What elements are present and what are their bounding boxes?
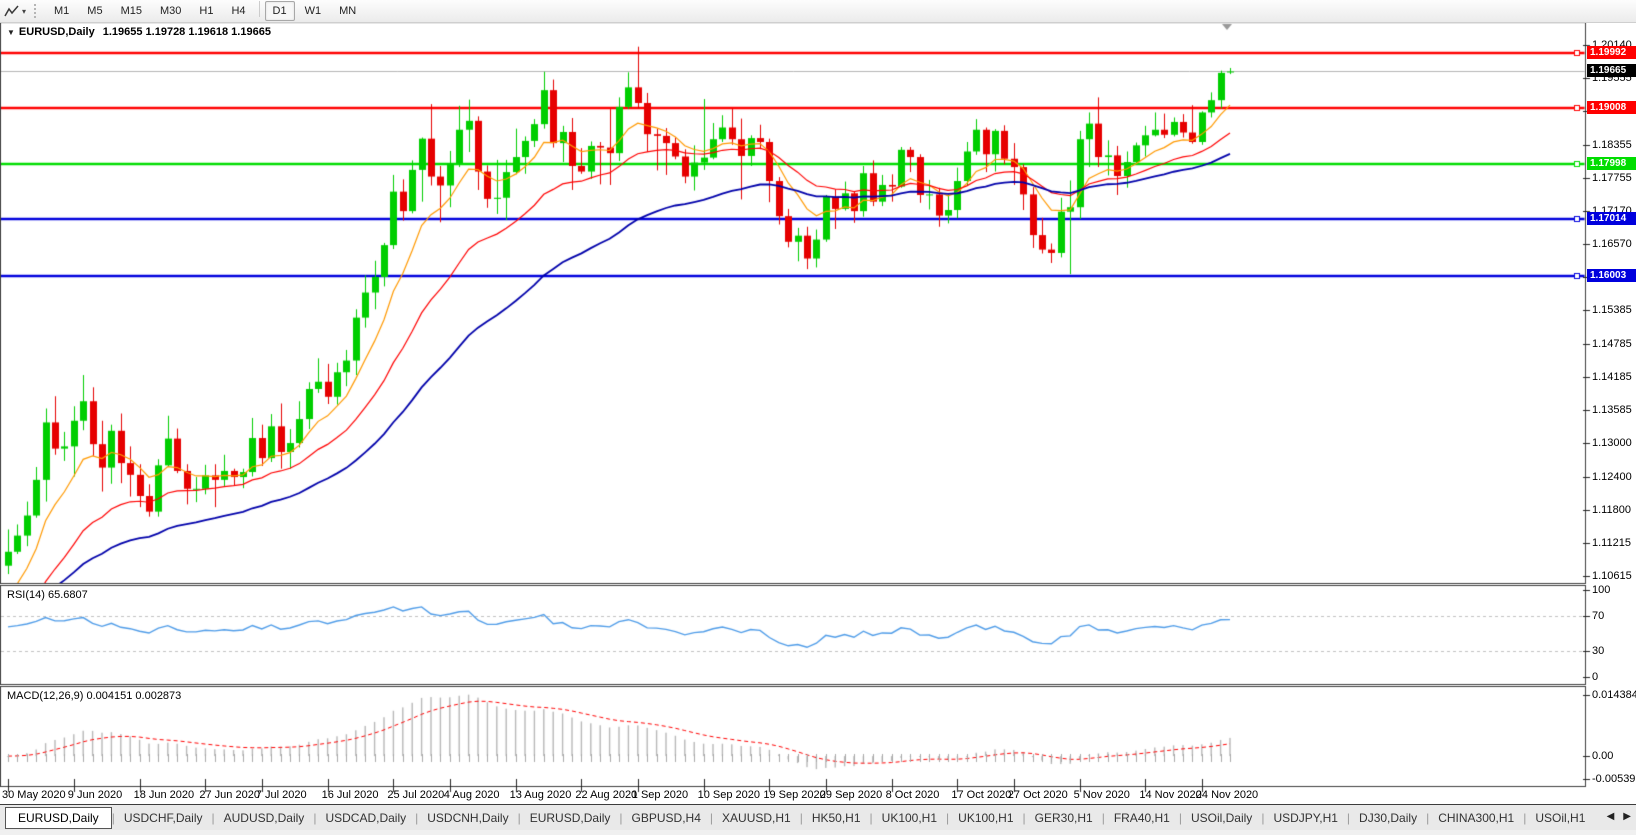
- symbol-tab-bar: EURUSD,Daily | USDCHF,Daily | AUDUSD,Daily | U…: [0, 804, 1636, 831]
- hline-price-label[interactable]: 1.19008: [1587, 101, 1636, 115]
- hline-price-label[interactable]: 1.17014: [1587, 212, 1636, 226]
- chart-type-dropdown[interactable]: ▾: [0, 1, 30, 21]
- macd-indicator-label: MACD(12,26,9) 0.004151 0.002873: [7, 690, 182, 702]
- date-axis-label: 9 Jun 2020: [67, 789, 123, 801]
- symbol-tab[interactable]: USOil,Daily: [1182, 808, 1261, 828]
- date-axis-label: 22 Aug 2020: [575, 789, 638, 801]
- timeframe-button-h4[interactable]: H4: [223, 1, 253, 21]
- symbol-tab[interactable]: EURUSD,Daily: [5, 807, 112, 829]
- symbol-tab[interactable]: HK50,H1: [803, 808, 870, 828]
- window-bottom-strip: [0, 830, 1636, 835]
- timeframe-toolbar: M1 M5 M15 M30 H1 H4 D1 W1 MN: [45, 1, 365, 21]
- price-axis-tick: 1.12400: [1592, 470, 1632, 483]
- hline-price-label[interactable]: 1.16003: [1587, 268, 1636, 282]
- price-axis-tick: 1.10615: [1592, 570, 1632, 583]
- line-chart-icon: [4, 5, 19, 17]
- timeframe-button-m1[interactable]: M1: [46, 1, 77, 21]
- price-axis-tick: 1.11215: [1592, 536, 1631, 549]
- date-axis-label: 1 Sep 2020: [631, 789, 689, 801]
- symbol-tab[interactable]: GBPUSD,H4: [623, 808, 710, 828]
- price-axis-tick: 1.17755: [1592, 171, 1632, 184]
- symbol-tab[interactable]: FRA40,H1: [1105, 808, 1179, 828]
- timeframe-button-m30[interactable]: M30: [152, 1, 189, 21]
- date-axis-label: 17 Oct 2020: [951, 789, 1012, 801]
- date-axis-label: 30 May 2020: [2, 789, 66, 801]
- timeframe-button-mn[interactable]: MN: [331, 1, 364, 21]
- date-axis-label: 25 Jul 2020: [387, 789, 445, 801]
- price-axis-tick: 1.14785: [1592, 337, 1632, 350]
- date-axis-label: 27 Oct 2020: [1007, 789, 1068, 801]
- date-axis-label: 10 Sep 2020: [697, 789, 760, 801]
- rsi-axis-tick: 30: [1592, 644, 1605, 657]
- chart-ohlc-quotes: 1.19655 1.19728 1.19618 1.19665: [102, 26, 271, 38]
- symbol-tab[interactable]: AUDUSD,Daily: [215, 808, 314, 828]
- date-axis-label: 16 Jul 2020: [321, 789, 379, 801]
- date-axis-label: 14 Nov 2020: [1139, 789, 1202, 801]
- macd-axis-tick: 0.014384: [1592, 689, 1636, 701]
- price-axis-tick: 1.14185: [1592, 370, 1632, 383]
- bid-price-label: 1.19665: [1587, 64, 1636, 78]
- symbol-tab[interactable]: EURUSD,Daily: [521, 808, 620, 828]
- rsi-axis-tick: 100: [1592, 584, 1611, 596]
- tab-scroll-right-icon[interactable]: ▶: [1623, 811, 1631, 822]
- chevron-down-icon: ▾: [22, 6, 27, 16]
- price-chart-canvas[interactable]: [0, 0, 1636, 804]
- symbol-tab[interactable]: DJ30,Daily: [1350, 808, 1426, 828]
- date-axis-label: 4 Aug 2020: [443, 789, 500, 801]
- toolbar: ▾ M1 M5 M15 M30 H1 H4 D1 W1 MN: [0, 0, 1636, 23]
- macd-axis-tick: -0.00539: [1592, 773, 1636, 785]
- rsi-axis-tick: 0: [1592, 671, 1599, 683]
- rsi-axis-tick: 70: [1592, 610, 1605, 623]
- price-axis-tick: 1.15385: [1592, 304, 1632, 317]
- rsi-indicator-label: RSI(14) 65.6807: [7, 589, 88, 601]
- price-axis-tick: 1.18355: [1592, 138, 1632, 151]
- price-axis-tick: 1.16570: [1592, 238, 1632, 251]
- symbol-tab[interactable]: UK100,H1: [873, 808, 946, 828]
- symbol-tab[interactable]: USDJPY,H1: [1264, 808, 1346, 828]
- price-axis-tick: 1.13585: [1592, 404, 1632, 417]
- chart-symbol-label: EURUSD,Daily: [18, 26, 95, 38]
- symbol-tab[interactable]: GER30,H1: [1026, 808, 1102, 828]
- timeframe-button-h1[interactable]: H1: [191, 1, 221, 21]
- date-axis-label: 7 Jul 2020: [255, 789, 307, 801]
- toolbar-grip: [34, 4, 39, 18]
- date-axis-label: 27 Jun 2020: [199, 789, 260, 801]
- price-axis-tick: 1.11800: [1592, 503, 1631, 516]
- chart-title: ▼ EURUSD,Daily 1.19655 1.19728 1.19618 1.1…: [7, 26, 271, 38]
- price-axis-tick: 1.13000: [1592, 437, 1632, 450]
- date-axis-label: 18 Jun 2020: [133, 789, 195, 801]
- date-axis-label: 19 Sep 2020: [763, 789, 826, 801]
- date-axis-label: 5 Nov 2020: [1073, 789, 1130, 801]
- symbol-tab[interactable]: UK100,H1: [949, 808, 1022, 828]
- timeframe-button-m15[interactable]: M15: [113, 1, 150, 21]
- symbol-tab[interactable]: USDCHF,Daily: [115, 808, 212, 828]
- hline-price-label[interactable]: 1.17998: [1587, 157, 1636, 171]
- toolbar-separator: [258, 1, 260, 17]
- symbol-tab[interactable]: CHINA300,H1: [1429, 808, 1523, 828]
- symbol-tab[interactable]: USDCAD,Daily: [316, 808, 415, 828]
- hline-price-label[interactable]: 1.19992: [1587, 46, 1636, 60]
- date-axis-label: 24 Nov 2020: [1195, 789, 1259, 801]
- timeframe-button-w1[interactable]: W1: [297, 1, 330, 21]
- macd-axis-tick: 0.00: [1592, 750, 1614, 763]
- timeframe-button-m5[interactable]: M5: [79, 1, 110, 21]
- symbol-tab[interactable]: XAUUSD,H1: [713, 808, 800, 828]
- date-axis-label: 29 Sep 2020: [819, 789, 883, 801]
- timeframe-button-d1[interactable]: D1: [264, 1, 295, 21]
- symbol-tab[interactable]: USOil,H1: [1526, 808, 1594, 828]
- tab-scroll-left-icon[interactable]: ◀: [1607, 811, 1615, 822]
- date-axis-label: 8 Oct 2020: [885, 789, 940, 801]
- date-axis-label: 13 Aug 2020: [509, 789, 572, 801]
- collapse-triangle-icon: ▼: [7, 28, 15, 37]
- symbol-tab[interactable]: USDCNH,Daily: [418, 808, 517, 828]
